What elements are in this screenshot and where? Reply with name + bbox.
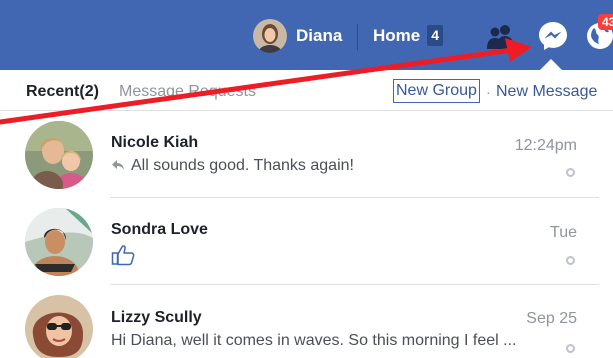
mark-read-toggle[interactable] (566, 168, 575, 177)
conversation-row[interactable]: Sondra Love Tue (0, 198, 613, 285)
header-separator: · (486, 84, 491, 100)
notification-badge: 43 (598, 14, 613, 30)
tab-recent-label: Recent (26, 83, 80, 100)
home-count-badge: 4 (427, 25, 444, 46)
user-avatar (253, 19, 287, 53)
new-message-link[interactable]: New Message (496, 83, 597, 101)
new-group-link[interactable]: New Group (393, 79, 480, 103)
avatar (25, 295, 93, 358)
message-time: Tue (550, 224, 577, 241)
message-snippet (111, 244, 551, 271)
tab-recent[interactable]: Recent(2) (26, 83, 99, 101)
messages-panel-header: Recent(2) Message Requests New Group · N… (0, 70, 613, 111)
messenger-icon[interactable] (537, 20, 569, 52)
mark-read-toggle[interactable] (566, 344, 575, 353)
message-time: 12:24pm (514, 137, 577, 154)
nav-divider (357, 24, 358, 50)
top-nav-bar: Diana Home 4 43 (0, 0, 613, 70)
contact-name: Nicole Kiah (111, 134, 199, 151)
conversation-row[interactable]: Lizzy Scully Hi Diana, well it comes in … (0, 285, 613, 358)
avatar (25, 121, 93, 189)
friends-icon[interactable] (486, 21, 516, 51)
contact-name: Lizzy Scully (111, 309, 202, 326)
message-snippet: Hi Diana, well it comes in waves. So thi… (111, 332, 517, 349)
tab-recent-count: (2) (79, 83, 99, 100)
user-name: Diana (296, 26, 343, 45)
contact-name: Sondra Love (111, 221, 208, 238)
mark-read-toggle[interactable] (566, 256, 575, 265)
avatar (25, 208, 93, 276)
home-link[interactable]: Home 4 (373, 25, 444, 46)
thumbs-up-icon (111, 245, 135, 266)
message-snippet: All sounds good. Thanks again! (111, 157, 551, 175)
reply-icon (112, 160, 124, 170)
tab-message-requests[interactable]: Message Requests (119, 83, 256, 101)
home-label: Home (373, 25, 421, 45)
dropdown-caret (540, 59, 562, 70)
message-time: Sep 25 (526, 310, 577, 327)
conversation-row[interactable]: Nicole Kiah All sounds good. Thanks agai… (0, 111, 613, 198)
profile-link[interactable]: Diana (253, 19, 342, 53)
snippet-text: All sounds good. Thanks again! (131, 157, 354, 174)
